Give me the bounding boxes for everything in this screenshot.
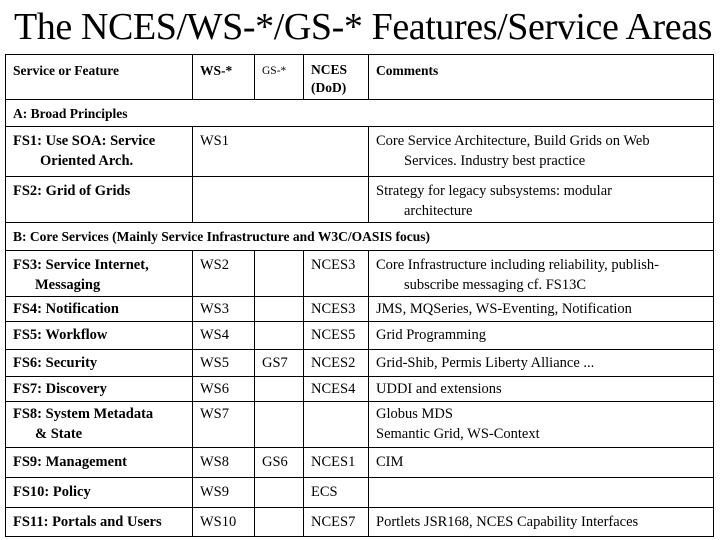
row-fs9-ws: WS8 xyxy=(192,447,255,478)
row-fs4-nces: NCES3 xyxy=(303,296,369,322)
row-fs3-comment: Core Infrastructure including reliabilit… xyxy=(368,250,714,297)
row-fs7-ws: WS6 xyxy=(192,376,255,402)
row-fs1-ws: WS1 xyxy=(192,126,369,177)
row-fs6-name: Security xyxy=(42,355,98,371)
header-comments: Comments xyxy=(368,54,714,100)
row-fs7-gs xyxy=(254,376,304,402)
slide-title: The NCES/WS-*/GS-* Features/Service Area… xyxy=(14,6,720,48)
header-service: Service or Feature xyxy=(5,54,193,100)
row-fs3-gs xyxy=(254,250,304,297)
row-fs2-comment: Strategy for legacy subsystems: modular … xyxy=(368,176,714,223)
row-fs9-gs: GS6 xyxy=(254,447,304,478)
row-fs5-comment: Grid Programming xyxy=(368,321,714,350)
row-fs7-id: FS7: xyxy=(13,381,42,397)
row-fs6-id: FS6: xyxy=(13,355,42,371)
header-gs: GS-* xyxy=(254,54,304,100)
row-fs3-name: Service Internet, xyxy=(42,257,149,273)
row-fs9-id: FS9: xyxy=(13,454,42,470)
header-nces-line1: NCES xyxy=(311,62,348,77)
row-fs6-comment: Grid-Shib, Permis Liberty Alliance ... xyxy=(368,349,714,377)
row-fs8-ws: WS7 xyxy=(192,401,255,448)
row-fs9-name: Management xyxy=(42,454,127,470)
row-fs8-label: FS8: System Metadata & State xyxy=(5,401,193,448)
row-fs3-comment-line2: subscribe messaging cf. FS13C xyxy=(404,277,587,293)
row-fs8-id: FS8: xyxy=(13,406,42,422)
row-fs10-comment xyxy=(368,477,714,508)
row-fs11-nces: NCES7 xyxy=(303,507,369,537)
row-fs4-comment: JMS, MQSeries, WS-Eventing, Notification xyxy=(368,296,714,322)
row-fs7-label: FS7: Discovery xyxy=(5,376,193,402)
row-fs10-ws: WS9 xyxy=(192,477,255,508)
row-fs9-comment: CIM xyxy=(368,447,714,478)
row-fs3-label-line1: FS3: Service Internet, xyxy=(13,255,185,275)
section-b-heading: B: Core Services (Mainly Service Infrast… xyxy=(5,222,714,251)
row-fs4-gs xyxy=(254,296,304,322)
row-fs3-label: FS3: Service Internet, Messaging xyxy=(5,250,193,297)
row-fs6-nces: NCES2 xyxy=(303,349,369,377)
row-fs10-label: FS10: Policy xyxy=(5,477,193,508)
row-fs6-label: FS6: Security xyxy=(5,349,193,377)
row-fs11-name: Portals and Users xyxy=(48,514,162,530)
row-fs8-comment: Globus MDS Semantic Grid, WS-Context xyxy=(368,401,714,448)
header-nces: NCES (DoD) xyxy=(303,54,369,100)
row-fs6-gs: GS7 xyxy=(254,349,304,377)
row-fs11-gs xyxy=(254,507,304,537)
row-fs4-label: FS4: Notification xyxy=(5,296,193,322)
row-fs4-id: FS4: xyxy=(13,301,42,317)
row-fs10-name: Policy xyxy=(49,484,91,500)
row-fs4-ws: WS3 xyxy=(192,296,255,322)
row-fs11-label: FS11: Portals and Users xyxy=(5,507,193,537)
row-fs3-ws: WS2 xyxy=(192,250,255,297)
row-fs8-nces xyxy=(303,401,369,448)
row-fs8-comment-line2: Semantic Grid, WS-Context xyxy=(376,426,540,442)
row-fs7-comment: UDDI and extensions xyxy=(368,376,714,402)
row-fs1-comment-line1: Core Service Architecture, Build Grids o… xyxy=(376,133,650,149)
row-fs4-name: Notification xyxy=(42,301,119,317)
row-fs1-label: FS1: Use SOA: Service Oriented Arch. xyxy=(5,126,193,177)
row-fs2-comment-line2: architecture xyxy=(404,203,473,219)
row-fs5-name: Workflow xyxy=(42,327,108,343)
row-fs9-nces: NCES1 xyxy=(303,447,369,478)
header-nces-line2: (DoD) xyxy=(311,80,347,95)
row-fs1-label-line2: Oriented Arch. xyxy=(40,153,134,169)
row-fs5-id: FS5: xyxy=(13,327,42,343)
row-fs10-nces: ECS xyxy=(303,477,369,508)
row-fs1-comment: Core Service Architecture, Build Grids o… xyxy=(368,126,714,177)
row-fs8-name: System Metadata xyxy=(42,406,154,422)
row-fs3-label-line2: Messaging xyxy=(35,277,101,293)
row-fs11-ws: WS10 xyxy=(192,507,255,537)
row-fs3-comment-line1: Core Infrastructure including reliabilit… xyxy=(376,257,659,273)
row-fs10-gs xyxy=(254,477,304,508)
row-fs5-nces: NCES5 xyxy=(303,321,369,350)
row-fs2-ws xyxy=(192,176,369,223)
row-fs11-id: FS11: xyxy=(13,514,49,530)
row-fs3-nces: NCES3 xyxy=(303,250,369,297)
row-fs8-gs xyxy=(254,401,304,448)
row-fs3-id: FS3: xyxy=(13,257,42,273)
row-fs5-ws: WS4 xyxy=(192,321,255,350)
row-fs1-comment-line2: Services. Industry best practice xyxy=(404,153,586,169)
row-fs6-ws: WS5 xyxy=(192,349,255,377)
header-ws: WS-* xyxy=(192,54,255,100)
row-fs5-gs xyxy=(254,321,304,350)
row-fs7-nces: NCES4 xyxy=(303,376,369,402)
row-fs8-comment-line1: Globus MDS xyxy=(376,406,453,422)
row-fs10-id: FS10: xyxy=(13,484,50,500)
row-fs5-label: FS5: Workflow xyxy=(5,321,193,350)
row-fs8-label-line1: FS8: System Metadata xyxy=(13,404,185,424)
row-fs7-name: Discovery xyxy=(42,381,107,397)
section-a-heading: A: Broad Principles xyxy=(5,99,714,127)
row-fs11-comment: Portlets JSR168, NCES Capability Interfa… xyxy=(368,507,714,537)
features-table: Service or Feature WS-* GS-* NCES (DoD) … xyxy=(5,54,714,537)
row-fs2-label: FS2: Grid of Grids xyxy=(5,176,193,223)
row-fs8-label-line2: & State xyxy=(35,426,83,442)
row-fs9-label: FS9: Management xyxy=(5,447,193,478)
row-fs2-comment-line1: Strategy for legacy subsystems: modular xyxy=(376,183,612,199)
row-fs1-label-line1: FS1: Use SOA: Service xyxy=(13,133,156,149)
